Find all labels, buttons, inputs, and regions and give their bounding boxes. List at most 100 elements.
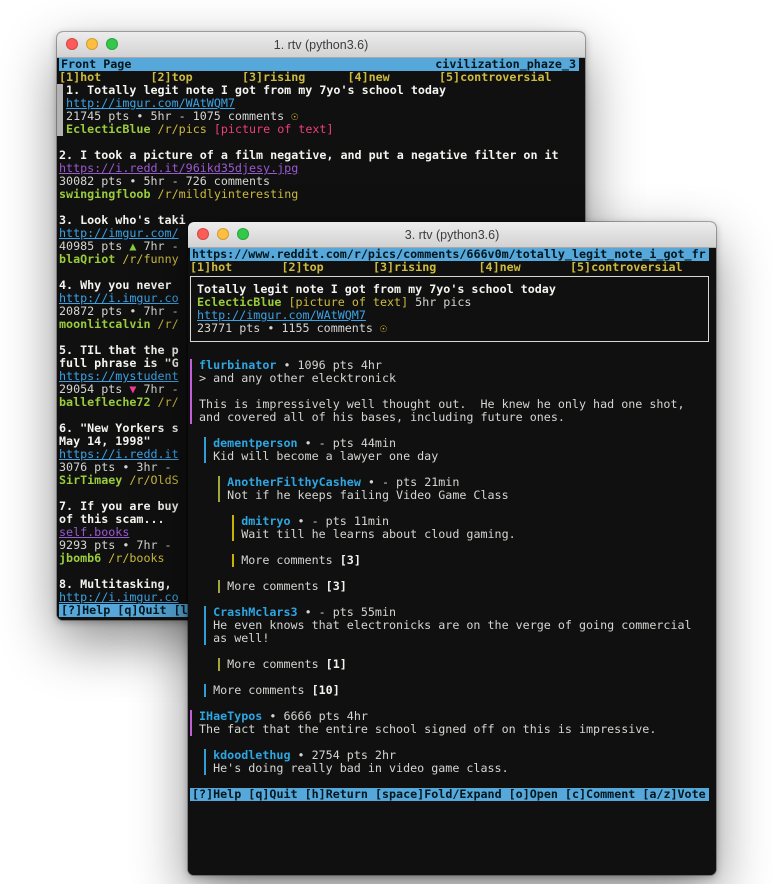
text-segment [190,579,218,593]
url-link[interactable]: http://i.imgur.co [59,590,179,604]
comment-depth-bar [232,528,241,541]
text-segment: 9293 pts • 7hr - [59,538,179,552]
post-byline-row: swingingfloob /r/mildlyinteresting [59,188,585,201]
username: SirTimaey [59,473,122,487]
comment-list: flurbinator • 1096 pts 4hr> and any othe… [190,346,716,788]
text-segment [190,683,204,697]
post-tag: [picture of text] [214,122,334,136]
comment-count: [3] [340,553,361,567]
text-segment: 3076 pts • 3hr - [59,460,179,474]
comment-body-row: Not if he keeps failing Video Game Class [190,489,716,502]
close-button[interactable] [66,38,78,50]
text-segment: Kid will become a lawyer one day [213,449,438,463]
post-tag: [picture of text] [281,295,408,309]
desktop: { "palette": { "terminal_bg": "#101010",… [0,0,772,884]
text-segment: More comments [241,553,340,567]
username: EclecticBlue [197,295,281,309]
titlebar[interactable]: 1. rtv (python3.6) [57,32,585,58]
post-title: 4. Why you never [59,278,179,292]
url-link[interactable]: http://imgur.com/ [59,226,179,240]
comment-count: [10] [312,683,340,697]
minimize-button[interactable] [86,38,98,50]
username: blaQriot [59,252,115,266]
terminal-window-comments: 3. rtv (python3.6) https://www.reddit.co… [188,222,716,875]
text-segment: • - pts 21min [361,475,460,489]
close-button[interactable] [197,228,209,240]
url-link[interactable]: https://i.redd.it/96ikd35djesy.jpg [59,161,298,175]
text-segment: More comments [227,579,326,593]
text-segment: Not if he keeps failing Video Game Class [227,488,508,502]
url-link[interactable]: http://imgur.com/WAtWQM7 [66,96,235,110]
username: swingingfloob [59,187,150,201]
text-segment: and covered all of his bases, including … [199,410,565,424]
window-title: 1. rtv (python3.6) [274,38,369,52]
text-segment: He's doing really bad in video game clas… [213,761,509,775]
subreddit-label: /r/funny [122,252,178,266]
post-stats: 23771 pts • 1155 comments [197,321,380,335]
more-comments-row: More comments [3] [190,554,716,567]
post-title: May 14, 1998" [59,434,150,448]
post-title: 7. If you are buy [59,499,179,513]
url-link[interactable]: self.books [59,525,129,539]
comment-author: CrashMclars3 [213,605,297,619]
comment-depth-bar [190,411,199,424]
comment-count: [1] [326,657,347,671]
comment-author: kdoodlethug [213,748,290,762]
zoom-button[interactable] [106,38,118,50]
text-segment: as well! [213,631,269,645]
text-segment: He even knows that electronicks are on t… [213,618,691,632]
comment-author: dementperson [213,436,297,450]
status-bar: [?]Help [q]Quit [h]Return [space]Fold/Ex… [190,788,709,801]
text-segment: • - pts 44min [298,436,397,450]
comment-body-row: and covered all of his bases, including … [190,411,716,424]
comment-depth-bar [204,632,213,645]
text-segment [190,553,232,567]
comment-depth-bar [190,710,199,723]
comment-depth-bar [190,385,199,398]
selection-cursor [57,84,63,136]
text-segment [150,317,157,331]
text-segment [190,527,232,541]
username: jbomb6 [59,551,101,565]
comment-depth-bar [218,658,227,671]
submission-stats-row: 23771 pts • 1155 comments ☉ [197,322,708,335]
post-title: full phrase is "G [59,356,179,370]
text-segment: 40985 pts [59,239,129,253]
comment-depth-bar [204,749,213,762]
comment-body-row: The fact that the entire school signed o… [190,723,716,736]
titlebar[interactable]: 3. rtv (python3.6) [188,222,716,248]
comment-body-row: as well! [190,632,716,645]
text-segment: • 2754 pts 2hr [290,748,396,762]
text-segment: • - pts 11min [291,514,390,528]
url-link[interactable]: http://imgur.com/WAtWQM7 [197,308,366,322]
post-title: 3. Look who's taki [59,213,186,227]
post-title: 1. Totally legit note I got from my 7yo'… [59,83,446,97]
comment-depth-bar [190,372,199,385]
sort-menu[interactable]: [1]hot [2]top [3]rising [4]new [5]contro… [190,261,716,274]
text-segment [190,488,218,502]
text-segment: 20872 pts • 7hr - [59,304,179,318]
window-title: 3. rtv (python3.6) [405,228,500,242]
terminal-content: https://www.reddit.com/r/pics/comments/6… [188,248,716,875]
traffic-lights [66,38,118,50]
text-segment: 29054 pts [59,382,129,396]
text-segment [190,657,218,671]
zoom-button[interactable] [237,228,249,240]
text-segment [150,395,157,409]
text-segment: • 6666 pts 4hr [262,709,368,723]
post-title: of this scam... [59,512,165,526]
submission-box: Totally legit note I got from my 7yo's s… [190,276,709,342]
minimize-button[interactable] [217,228,229,240]
comment-depth-bar [204,762,213,775]
subreddit-label: /r/pics [158,122,207,136]
comment-depth-bar [190,359,199,372]
url-link[interactable]: https://i.redd.it [59,447,179,461]
url-link[interactable]: http://i.imgur.co [59,291,179,305]
comment-depth-bar [190,398,199,411]
post-meta: 5hr pics [408,295,471,309]
url-link[interactable]: https://mystudent [59,369,179,383]
comment-author: dmitryo [241,514,290,528]
text-segment [151,122,158,136]
text-segment: 30082 pts • 5hr - 726 comments [59,174,270,188]
comment-body-row: He's doing really bad in video game clas… [190,762,716,775]
